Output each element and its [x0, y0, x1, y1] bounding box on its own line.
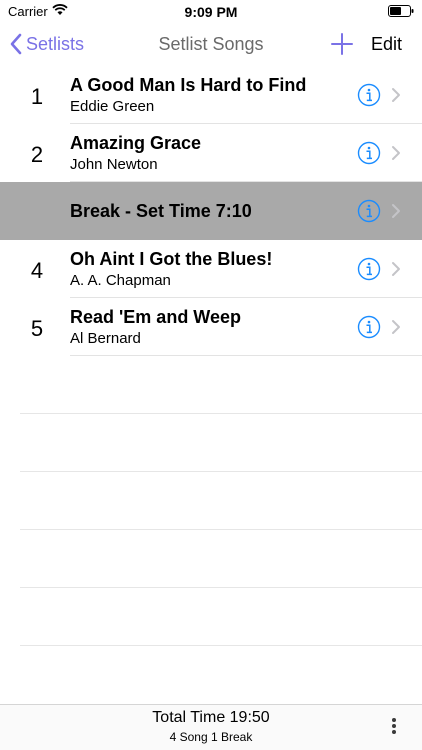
setlist-songs-list: 1 A Good Man Is Hard to Find Eddie Green…: [0, 66, 422, 356]
table-row[interactable]: 4 Oh Aint I Got the Blues! A. A. Chapman: [0, 240, 422, 298]
song-title: Oh Aint I Got the Blues!: [70, 249, 273, 269]
song-number: 5: [30, 316, 44, 341]
empty-row-separator: [20, 529, 422, 530]
status-time: 9:09 PM: [184, 4, 238, 20]
table-row[interactable]: 2 Amazing Grace John Newton: [0, 124, 422, 182]
empty-row-separator: [20, 587, 422, 588]
chevron-right-icon: [392, 88, 400, 102]
song-title: Read 'Em and Weep: [70, 307, 241, 327]
more-vertical-icon[interactable]: [390, 718, 398, 738]
break-title: Break - Set Time 7:10: [70, 201, 252, 221]
add-song-button[interactable]: [328, 30, 356, 58]
table-row[interactable]: 5 Read 'Em and Weep Al Bernard: [0, 298, 422, 356]
song-title: A Good Man Is Hard to Find: [70, 75, 307, 95]
battery-icon: [388, 5, 414, 17]
chevron-right-icon: [392, 262, 400, 276]
chevron-right-icon: [392, 204, 400, 218]
song-artist: A. A. Chapman: [70, 272, 171, 289]
song-title: Amazing Grace: [70, 133, 202, 153]
song-number: 1: [30, 84, 44, 109]
setlist-summary: 4 Song 1 Break: [169, 730, 253, 744]
page-title: Setlist Songs: [158, 34, 264, 54]
empty-row-separator: [20, 413, 422, 414]
song-artist: John Newton: [70, 156, 158, 173]
edit-button[interactable]: Edit: [371, 34, 402, 55]
info-icon[interactable]: [357, 141, 381, 165]
empty-row-separator: [20, 645, 422, 646]
total-time-label: Total Time 19:50: [152, 709, 270, 726]
bottom-toolbar: Total Time 19:50 4 Song 1 Break: [0, 704, 422, 750]
info-icon[interactable]: [357, 83, 381, 107]
song-artist: Al Bernard: [70, 330, 141, 347]
info-icon[interactable]: [357, 199, 381, 223]
song-number: 2: [30, 142, 44, 167]
song-number: 4: [30, 258, 44, 283]
navigation-bar: Setlists Setlist Songs Edit: [0, 24, 422, 66]
info-icon[interactable]: [357, 257, 381, 281]
table-row-break[interactable]: Break - Set Time 7:10: [0, 182, 422, 240]
empty-row-separator: [20, 471, 422, 472]
chevron-right-icon: [392, 146, 400, 160]
plus-icon: [331, 33, 353, 55]
table-row[interactable]: 1 A Good Man Is Hard to Find Eddie Green: [0, 66, 422, 124]
info-icon[interactable]: [357, 315, 381, 339]
row-separator: [70, 355, 422, 356]
song-artist: Eddie Green: [70, 98, 155, 115]
chevron-right-icon: [392, 320, 400, 334]
status-bar: Carrier 9:09 PM: [0, 0, 422, 24]
